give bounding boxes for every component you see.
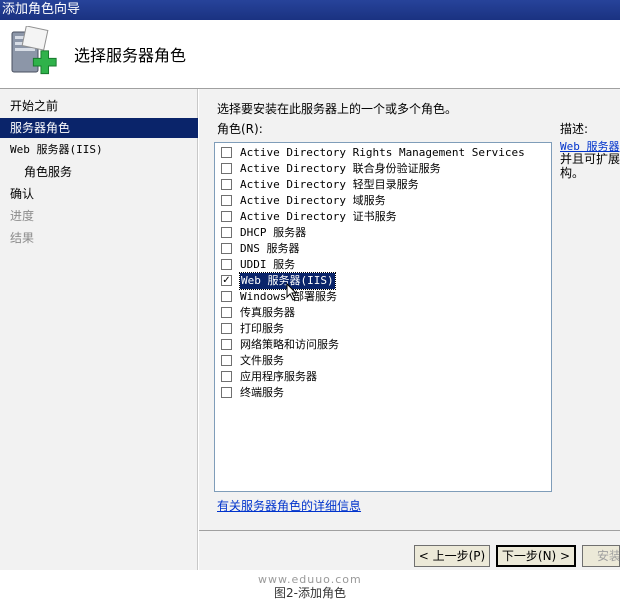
description-label: 描述: — [560, 122, 589, 136]
role-label: Active Directory 域服务 — [240, 194, 386, 207]
role-label: Active Directory 联合身份验证服务 — [240, 162, 441, 175]
role-checkbox[interactable] — [221, 339, 232, 350]
role-checkbox[interactable] — [221, 387, 232, 398]
role-label: 终端服务 — [240, 386, 284, 399]
role-label: 应用程序服务器 — [240, 370, 317, 383]
step-role-services[interactable]: 角色服务 — [0, 162, 198, 182]
role-label: DNS 服务器 — [240, 242, 300, 255]
install-button[interactable]: 安装 — [582, 545, 620, 567]
wizard-steps-sidebar: 开始之前 服务器角色 Web 服务器(IIS) 角色服务 确认 进度 结果 — [0, 89, 198, 570]
role-label: Active Directory 轻型目录服务 — [240, 178, 419, 191]
role-checkbox[interactable] — [221, 323, 232, 334]
role-checkbox[interactable] — [221, 371, 232, 382]
description-text: 并且可扩展构。 — [560, 152, 620, 180]
role-checkbox[interactable] — [221, 259, 232, 270]
role-label: Active Directory 证书服务 — [240, 210, 397, 223]
role-checkbox[interactable] — [221, 163, 232, 174]
wizard-main-panel: 选择要安装在此服务器上的一个或多个角色。 角色(R): 描述: Web 服务器 … — [199, 89, 620, 570]
instruction-text: 选择要安装在此服务器上的一个或多个角色。 — [217, 102, 458, 116]
role-label: DHCP 服务器 — [240, 226, 307, 239]
role-checkbox[interactable] — [221, 291, 232, 302]
mouse-pointer-icon — [286, 283, 298, 301]
role-checkbox[interactable] — [221, 355, 232, 366]
role-label: Active Directory Rights Management Servi… — [240, 146, 525, 159]
role-checkbox[interactable] — [221, 147, 232, 158]
step-server-roles[interactable]: 服务器角色 — [0, 118, 198, 138]
next-button[interactable]: 下一步(N) > — [496, 545, 576, 567]
role-checkbox[interactable] — [221, 195, 232, 206]
role-label: UDDI 服务 — [240, 258, 296, 271]
back-button[interactable]: < 上一步(P) — [414, 545, 490, 567]
window-titlebar: 添加角色向导 — [0, 0, 620, 20]
figure-caption: 图2-添加角色 — [274, 586, 346, 600]
step-before-you-begin[interactable]: 开始之前 — [0, 96, 198, 116]
role-label: 文件服务 — [240, 354, 284, 367]
role-checkbox-checked[interactable]: ✓ — [221, 275, 232, 286]
step-web-server-iis[interactable]: Web 服务器(IIS) — [0, 140, 198, 160]
more-info-link[interactable]: 有关服务器角色的详细信息 — [217, 497, 361, 514]
step-progress: 进度 — [10, 209, 35, 223]
step-confirmation[interactable]: 确认 — [0, 184, 198, 204]
step-results: 结果 — [10, 231, 35, 245]
role-label: 打印服务 — [240, 322, 284, 335]
button-separator — [199, 530, 620, 531]
roles-label: 角色(R): — [217, 122, 263, 136]
role-checkbox[interactable] — [221, 227, 232, 238]
window-title: 添加角色向导 — [2, 2, 81, 17]
role-checkbox[interactable] — [221, 211, 232, 222]
role-checkbox[interactable] — [221, 243, 232, 254]
page-title: 选择服务器角色 — [74, 46, 187, 65]
role-checkbox[interactable] — [221, 307, 232, 318]
role-label: 传真服务器 — [240, 306, 295, 319]
role-label: 网络策略和访问服务 — [240, 338, 339, 351]
wizard-header: 选择服务器角色 — [0, 20, 620, 89]
role-checkbox[interactable] — [221, 179, 232, 190]
server-add-icon — [11, 26, 57, 75]
roles-listbox[interactable]: Active Directory Rights Management Servi… — [214, 142, 552, 492]
